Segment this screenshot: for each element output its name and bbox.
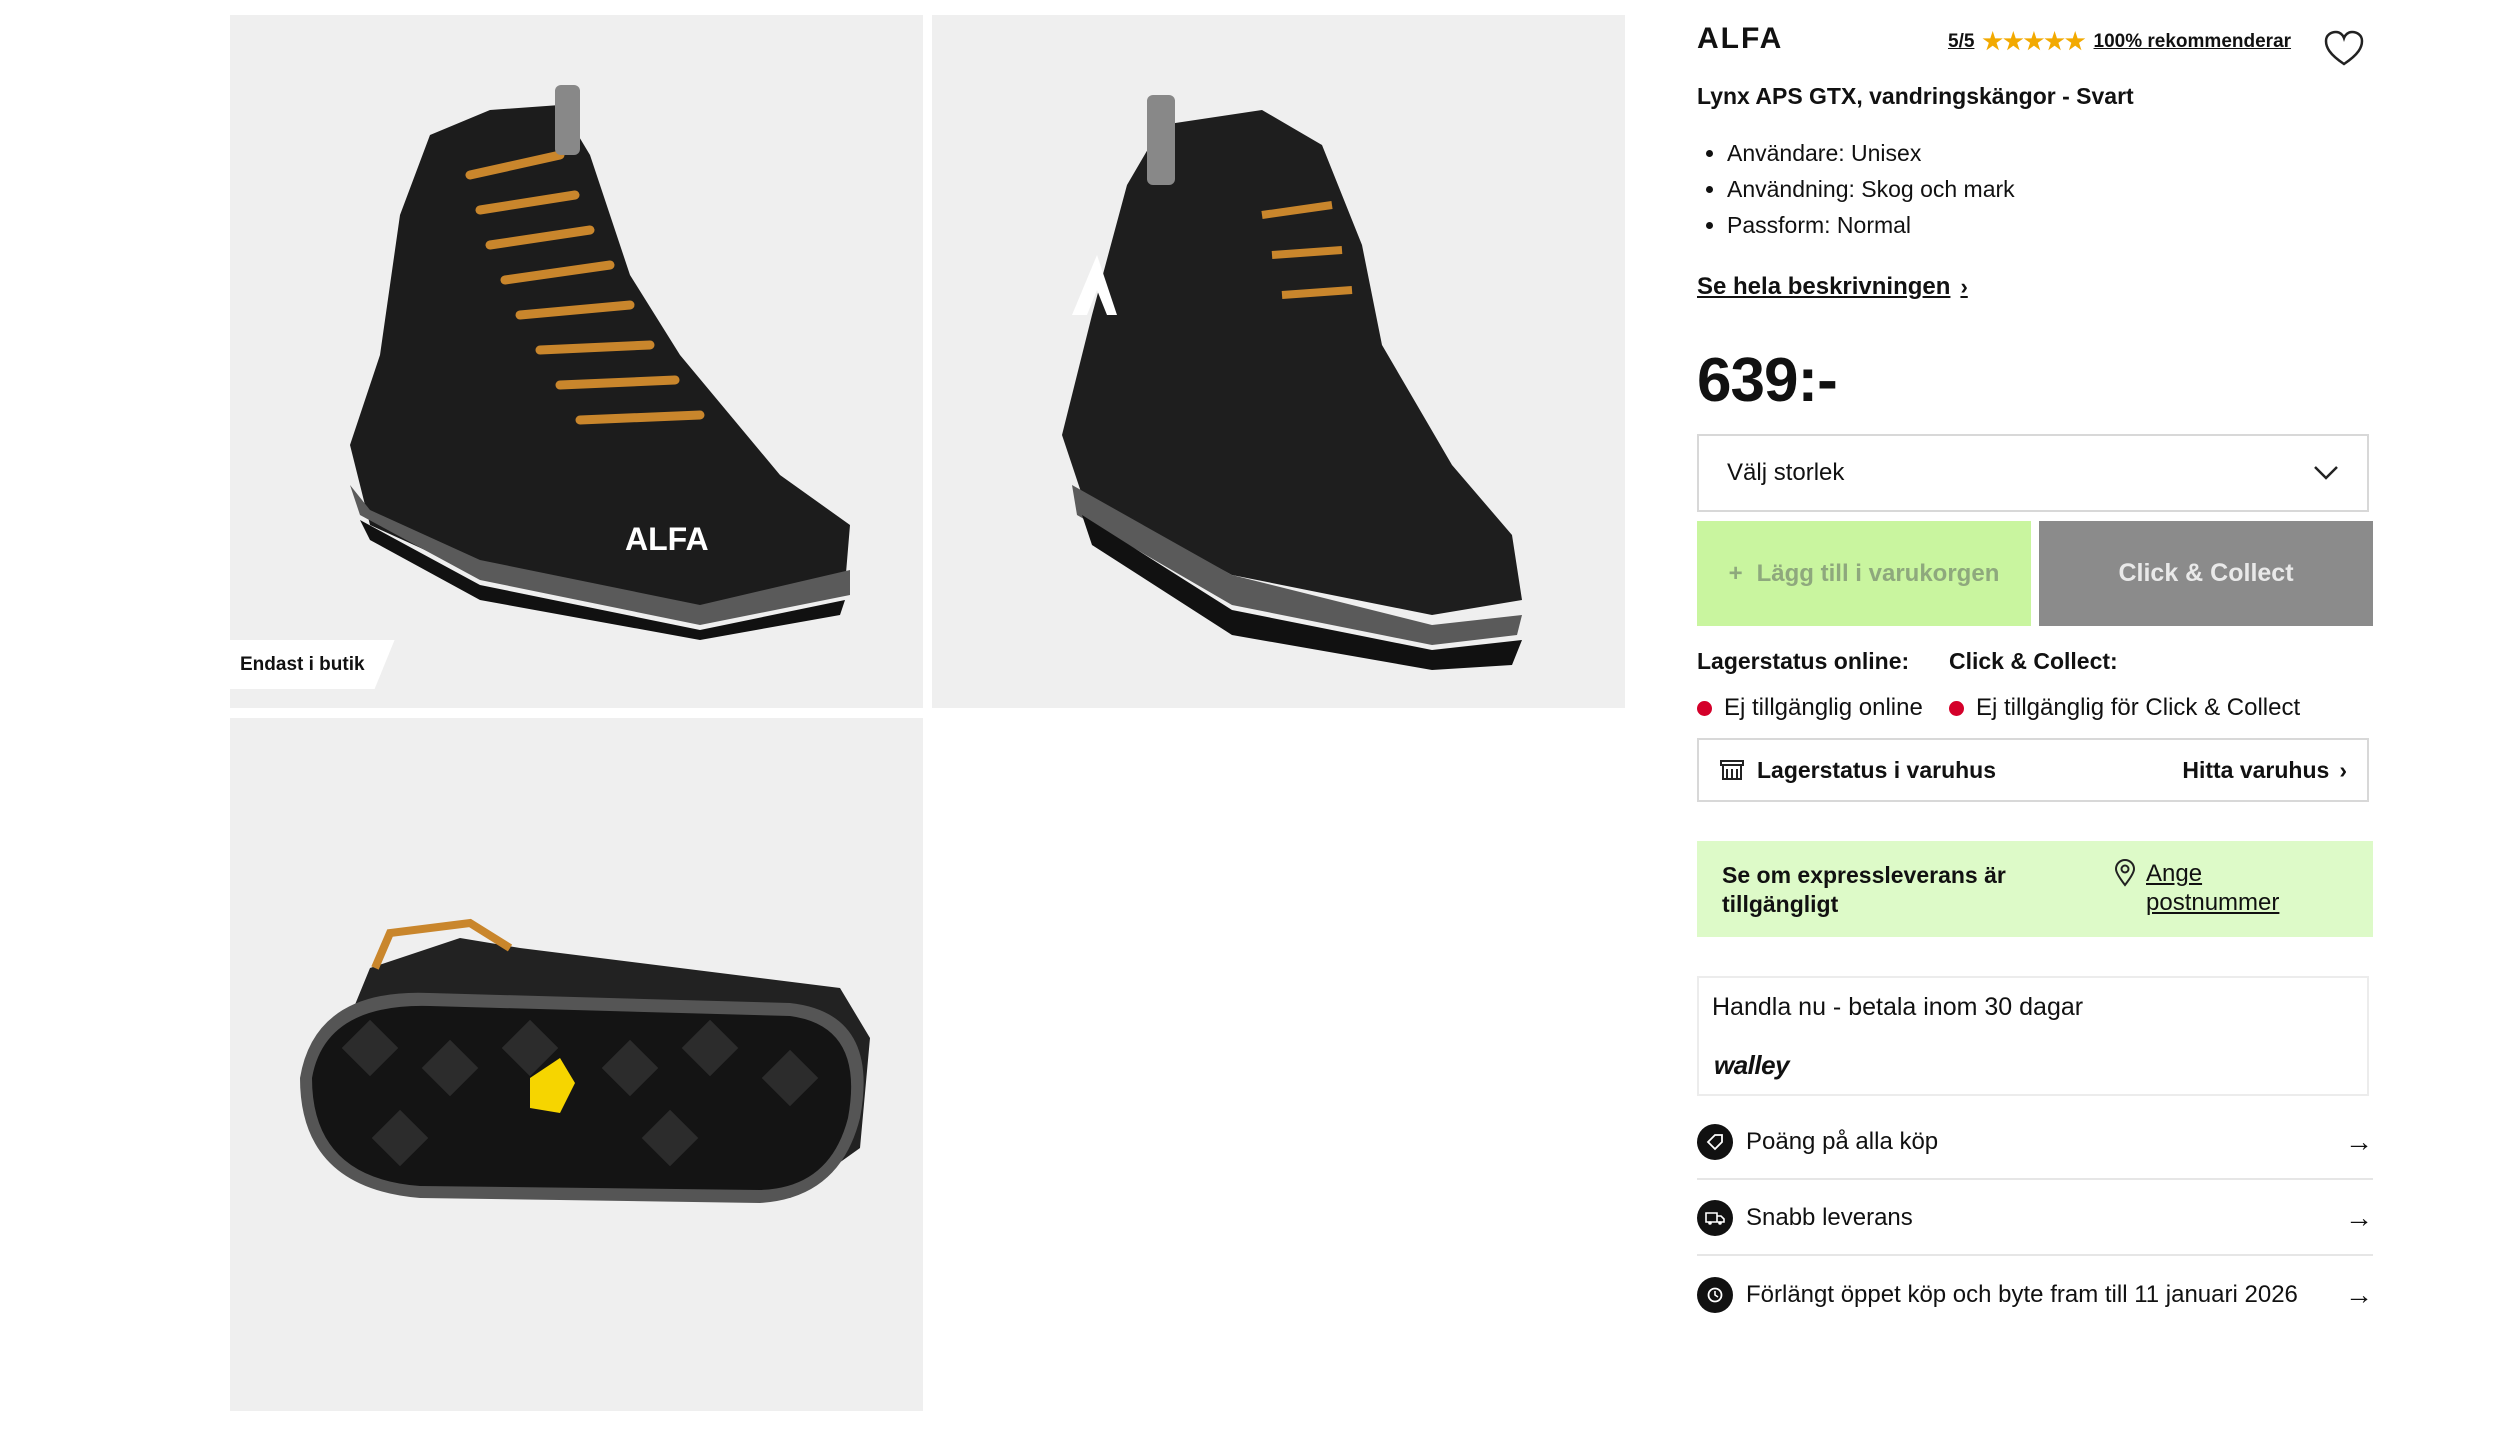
truck-icon [1697, 1200, 1733, 1236]
store-icon [1720, 760, 1744, 780]
spec-item: Passform: Normal [1727, 207, 2015, 243]
enter-postcode-link[interactable]: Ange postnummer [2114, 859, 2306, 917]
status-dot-icon [1949, 700, 1964, 716]
product-image-back[interactable] [932, 15, 1625, 708]
online-stock-label: Lagerstatus online: [1697, 648, 1910, 674]
walley-logo: walley [1714, 1050, 1790, 1080]
arrow-right-icon: → [2345, 1126, 2373, 1157]
click-collect-label: Click & Collect [2118, 559, 2294, 587]
enter-postcode-label: Ange postnummer [2146, 860, 2280, 916]
payment-info-box: Handla nu - betala inom 30 dagar walley [1697, 976, 2369, 1096]
plus-icon: + [1728, 559, 1743, 587]
return-icon [1697, 1277, 1733, 1313]
chevron-right-icon: › [2339, 756, 2347, 783]
boot-back-image [1062, 95, 1522, 670]
size-select-label: Välj storlek [1727, 459, 1845, 486]
click-collect-button[interactable]: Click & Collect [2039, 521, 2373, 626]
arrow-right-icon: → [2345, 1202, 2373, 1233]
store-stock-row[interactable]: Lagerstatus i varuhus Hitta varuhus › [1697, 738, 2369, 802]
product-title: Lynx APS GTX, vandringskängor - Svart [1697, 83, 2134, 109]
add-to-cart-label: Lägg till i varukorgen [1756, 559, 2000, 587]
product-image-side[interactable]: ALFA Endast i butik [230, 15, 923, 708]
arrow-right-icon: → [2345, 1279, 2373, 1310]
usp-label: Poäng på alla köp [1746, 1128, 1939, 1155]
store-stock-label: Lagerstatus i varuhus [1757, 756, 1997, 783]
usp-label: Förlängt öppet köp och byte fram till 11… [1746, 1281, 2298, 1308]
add-to-cart-button[interactable]: + Lägg till i varukorgen [1697, 521, 2031, 626]
cc-stock-status: Ej tillgänglig för Click & Collect [1949, 694, 2300, 722]
chevron-right-icon: › [1960, 274, 1968, 299]
usp-returns[interactable]: Förlängt öppet köp och byte fram till 11… [1697, 1258, 2373, 1332]
svg-text:ALFA: ALFA [625, 521, 709, 557]
online-stock-status: Ej tillgänglig online [1697, 694, 1923, 722]
location-pin-icon [2114, 859, 2136, 887]
boot-side-image: ALFA [350, 85, 850, 640]
heart-icon[interactable] [2324, 30, 2364, 68]
see-description-label: Se hela beskrivningen [1697, 273, 1951, 300]
express-delivery-text: Se om expressleverans är tillgängligt [1722, 862, 2006, 917]
usp-delivery[interactable]: Snabb leverans → [1697, 1182, 2373, 1256]
find-store-link[interactable]: Hitta varuhus › [2182, 757, 2347, 784]
in-store-only-badge: Endast i butik [230, 640, 395, 689]
boot-sole-image [300, 918, 870, 1203]
recommend-percentage[interactable]: 100% rekommenderar [2094, 31, 2292, 53]
brand-logo[interactable]: ALFA [1697, 22, 1783, 56]
status-dot-icon [1697, 700, 1712, 716]
tag-icon [1697, 1124, 1733, 1160]
payment-info-text: Handla nu - betala inom 30 dagar [1712, 993, 2084, 1021]
find-store-label: Hitta varuhus [2182, 756, 2330, 783]
product-price: 639:- [1697, 346, 1838, 415]
chevron-down-icon [2314, 466, 2338, 480]
size-select[interactable]: Välj storlek [1697, 434, 2369, 512]
star-rating-icon: ★★★★★ [1982, 28, 2086, 54]
spec-item: Användare: Unisex [1727, 135, 2015, 171]
usp-label: Snabb leverans [1746, 1204, 1913, 1231]
cc-stock-label: Click & Collect: [1949, 648, 2118, 674]
online-stock-value: Ej tillgänglig online [1724, 694, 1923, 721]
usp-points[interactable]: Poäng på alla köp → [1697, 1106, 2373, 1180]
cc-stock-value: Ej tillgänglig för Click & Collect [1976, 694, 2301, 721]
rating-summary[interactable]: 5/5 ★★★★★ 100% rekommenderar [1948, 28, 2291, 55]
product-specs: Användare: Unisex Användning: Skog och m… [1697, 135, 2015, 243]
spec-item: Användning: Skog och mark [1727, 171, 2015, 207]
see-description-link[interactable]: Se hela beskrivningen › [1697, 273, 1968, 301]
product-image-sole[interactable] [230, 718, 923, 1411]
rating-score[interactable]: 5/5 [1948, 31, 1974, 53]
express-delivery-box: Se om expressleverans är tillgängligt An… [1697, 841, 2373, 937]
